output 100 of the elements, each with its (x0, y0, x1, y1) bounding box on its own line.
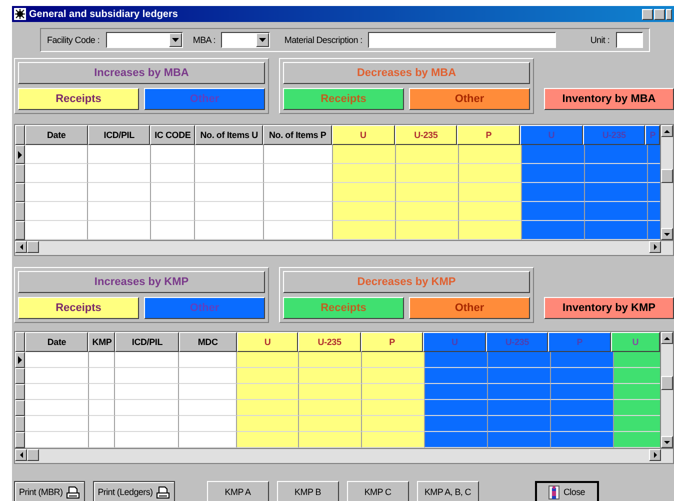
table-cell[interactable] (89, 416, 115, 432)
table-cell[interactable] (425, 400, 488, 416)
right-arrow-icon[interactable] (654, 244, 656, 250)
table-cell[interactable] (264, 164, 333, 183)
column-header[interactable]: Date (25, 125, 88, 145)
table-cell[interactable] (488, 400, 551, 416)
table-cell[interactable] (425, 352, 488, 368)
down-arrow-icon[interactable] (664, 440, 670, 444)
table-cell[interactable] (488, 368, 551, 384)
left-arrow-icon[interactable] (20, 244, 22, 250)
table-cell[interactable] (151, 202, 195, 221)
table-cell[interactable] (151, 221, 195, 240)
table-cell[interactable] (425, 384, 488, 400)
table-cell[interactable] (585, 164, 648, 183)
table-cell[interactable] (459, 183, 522, 202)
column-header[interactable]: U (332, 125, 395, 145)
table-cell[interactable] (551, 368, 614, 384)
table-cell[interactable] (179, 384, 237, 400)
print-button[interactable]: Print (MBR) (14, 481, 85, 501)
kmp-button[interactable]: KMP B (276, 481, 339, 501)
table-cell[interactable] (151, 164, 195, 183)
column-header[interactable]: U-235 (394, 125, 458, 145)
table-cell[interactable] (459, 164, 522, 183)
scroll-thumb[interactable] (27, 241, 39, 253)
table-cell[interactable] (299, 432, 362, 448)
row-selector[interactable] (15, 352, 25, 368)
table-cell[interactable] (25, 221, 88, 240)
column-header[interactable]: U-235 (298, 332, 361, 352)
table-cell[interactable] (614, 432, 660, 448)
table-cell[interactable] (551, 416, 614, 432)
table-cell[interactable] (333, 202, 396, 221)
column-header[interactable]: P (457, 125, 520, 145)
table-cell[interactable] (299, 384, 362, 400)
table-cell[interactable] (115, 368, 179, 384)
table-cell[interactable] (459, 145, 522, 164)
table-cell[interactable] (195, 202, 264, 221)
table-cell[interactable] (459, 221, 522, 240)
row-selector[interactable] (15, 202, 25, 221)
table-cell[interactable] (362, 432, 425, 448)
table-cell[interactable] (333, 183, 396, 202)
table-cell[interactable] (237, 432, 299, 448)
column-header[interactable]: U (236, 332, 298, 352)
table-cell[interactable] (488, 432, 551, 448)
table-cell[interactable] (179, 416, 237, 432)
table-cell[interactable] (362, 352, 425, 368)
table-cell[interactable] (25, 432, 89, 448)
table-cell[interactable] (488, 384, 551, 400)
row-selector[interactable] (15, 221, 25, 240)
row-selector[interactable] (15, 432, 25, 448)
table-cell[interactable] (362, 384, 425, 400)
right-arrow-icon[interactable] (654, 452, 656, 458)
vertical-scrollbar[interactable] (660, 332, 673, 448)
up-arrow-icon[interactable] (664, 336, 670, 340)
table-cell[interactable] (25, 416, 89, 432)
table-cell[interactable] (425, 368, 488, 384)
table-cell[interactable] (88, 202, 151, 221)
column-header[interactable]: No. of Items U (194, 125, 264, 145)
table-cell[interactable] (195, 221, 264, 240)
table-cell[interactable] (25, 164, 88, 183)
table-cell[interactable] (585, 145, 648, 164)
table-cell[interactable] (522, 221, 585, 240)
category-button[interactable]: Receipts (18, 297, 139, 319)
table-cell[interactable] (425, 416, 488, 432)
table-cell[interactable] (648, 202, 660, 221)
table-cell[interactable] (488, 416, 551, 432)
table-cell[interactable] (115, 384, 179, 400)
close-button[interactable]: Close (534, 481, 599, 501)
table-cell[interactable] (237, 400, 299, 416)
table-cell[interactable] (425, 432, 488, 448)
horizontal-scrollbar[interactable] (15, 240, 673, 255)
scroll-thumb[interactable] (661, 168, 673, 182)
column-header[interactable]: KMP (88, 332, 116, 352)
inventory-button[interactable]: Inventory by KMP (544, 297, 674, 319)
minimize-button[interactable] (642, 8, 653, 20)
table-cell[interactable] (179, 352, 237, 368)
table-cell[interactable] (89, 432, 115, 448)
table-cell[interactable] (179, 432, 237, 448)
row-selector[interactable] (15, 164, 25, 183)
table-cell[interactable] (237, 416, 299, 432)
table-cell[interactable] (237, 368, 299, 384)
scroll-thumb[interactable] (661, 376, 673, 390)
row-selector[interactable] (15, 384, 25, 400)
table-cell[interactable] (88, 164, 151, 183)
table-cell[interactable] (25, 202, 88, 221)
table-cell[interactable] (179, 368, 237, 384)
column-header[interactable]: IC CODE (150, 125, 195, 145)
table-cell[interactable] (195, 164, 264, 183)
table-cell[interactable] (396, 164, 459, 183)
column-header[interactable]: No. of Items P (263, 125, 332, 145)
table-cell[interactable] (333, 145, 396, 164)
table-cell[interactable] (585, 183, 648, 202)
category-button[interactable]: Receipts (18, 88, 139, 110)
table-cell[interactable] (522, 183, 585, 202)
table-cell[interactable] (551, 432, 614, 448)
table-cell[interactable] (89, 352, 115, 368)
table-cell[interactable] (551, 384, 614, 400)
table-cell[interactable] (115, 400, 179, 416)
table-cell[interactable] (115, 352, 179, 368)
table-cell[interactable] (648, 164, 660, 183)
horizontal-scrollbar[interactable] (15, 448, 673, 463)
